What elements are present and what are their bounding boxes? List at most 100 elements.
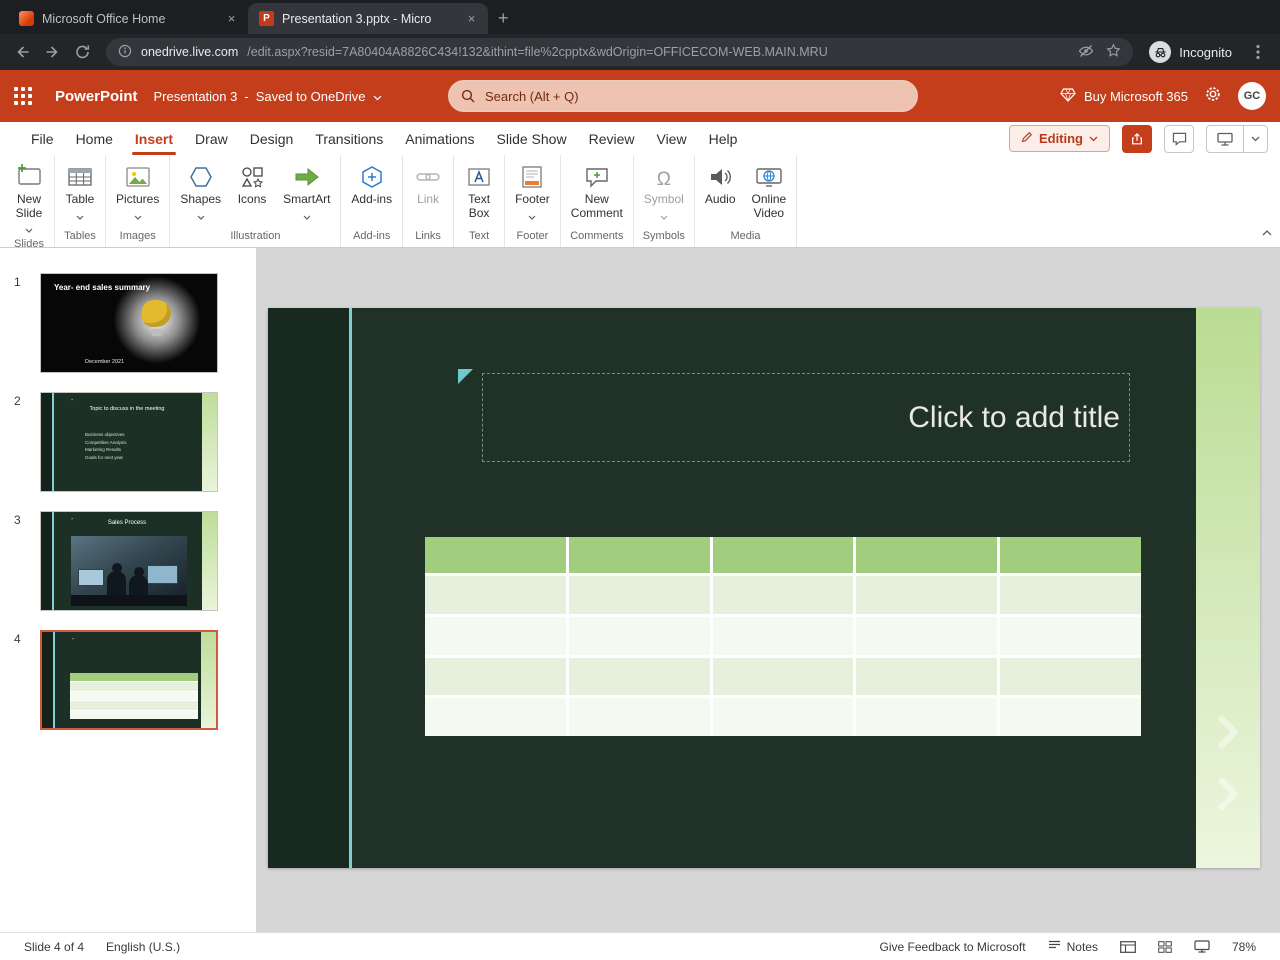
chevron-down-icon[interactable] — [373, 89, 382, 104]
comments-button[interactable] — [1164, 124, 1194, 153]
online-video-button[interactable]: Online Video — [744, 158, 795, 220]
table-button[interactable]: Table — [57, 158, 103, 223]
table-cell[interactable] — [712, 616, 854, 655]
tab-review[interactable]: Review — [578, 122, 646, 155]
site-info-icon[interactable] — [118, 44, 132, 61]
table-cell[interactable] — [712, 576, 854, 614]
slide-1-thumbnail[interactable]: Year- end sales summary December 2021 — [40, 273, 218, 373]
table-cell[interactable] — [856, 576, 998, 614]
text-box-button[interactable]: Text Box — [456, 158, 502, 220]
feedback-link[interactable]: Give Feedback to Microsoft — [880, 940, 1026, 954]
browser-tab-presentation[interactable]: P Presentation 3.pptx - Micro × — [248, 3, 488, 34]
table-cell[interactable] — [568, 537, 710, 573]
footer-button[interactable]: Footer — [507, 158, 558, 223]
new-comment-button[interactable]: New Comment — [563, 158, 631, 220]
back-icon[interactable] — [8, 38, 36, 66]
slide-table[interactable] — [425, 537, 1141, 736]
language-selector[interactable]: English (U.S.) — [106, 940, 180, 954]
slide-4-thumbnail-selected[interactable]: - — [40, 630, 218, 730]
table-cell[interactable] — [425, 657, 566, 696]
tab-view[interactable]: View — [645, 122, 697, 155]
tab-slide-show[interactable]: Slide Show — [486, 122, 578, 155]
table-cell[interactable] — [568, 657, 710, 696]
table-cell[interactable] — [712, 537, 854, 573]
share-button[interactable] — [1122, 124, 1152, 153]
tab-design[interactable]: Design — [239, 122, 305, 155]
normal-view-button[interactable] — [1120, 940, 1136, 953]
browser-tab-strip: Microsoft Office Home × P Presentation 3… — [0, 0, 1280, 34]
table-cell[interactable] — [856, 537, 998, 573]
slide-2-thumbnail[interactable]: - Topic to discuss in the meeting Busine… — [40, 392, 218, 492]
table-cell[interactable] — [568, 698, 710, 736]
editing-mode-button[interactable]: Editing — [1008, 125, 1110, 152]
close-tab-icon[interactable]: × — [463, 10, 480, 27]
search-input[interactable] — [448, 80, 918, 112]
icons-button[interactable]: Icons — [229, 158, 275, 223]
new-slide-button[interactable]: New Slide — [6, 158, 52, 236]
audio-button[interactable]: Audio — [697, 158, 744, 220]
table-cell[interactable] — [425, 698, 566, 736]
table-cell[interactable] — [568, 576, 710, 614]
present-dropdown-chevron[interactable] — [1243, 125, 1267, 152]
collapse-ribbon-chevron[interactable] — [1262, 223, 1272, 241]
new-comment-icon — [584, 161, 610, 189]
table-cell[interactable] — [856, 657, 998, 696]
address-bar[interactable]: onedrive.live.com/edit.aspx?resid=7A8040… — [106, 38, 1134, 66]
present-view-button[interactable] — [1194, 940, 1210, 953]
buy-microsoft-365-button[interactable]: Buy Microsoft 365 — [1060, 87, 1188, 105]
ribbon-group-comments: New Comment Comments — [561, 155, 634, 247]
eye-off-icon[interactable] — [1078, 44, 1094, 61]
table-cell[interactable] — [1000, 698, 1141, 736]
browser-tab-office-home[interactable]: Microsoft Office Home × — [8, 3, 248, 34]
new-tab-button[interactable]: + — [488, 9, 519, 34]
forward-icon[interactable] — [38, 38, 66, 66]
title-placeholder[interactable]: Click to add title — [482, 373, 1130, 462]
shapes-button[interactable]: Shapes — [172, 158, 229, 223]
ribbon-group-addins: Add-ins Add-ins — [341, 155, 404, 247]
tab-draw[interactable]: Draw — [184, 122, 239, 155]
table-cell[interactable] — [856, 698, 998, 736]
dropdown-chevron-icon — [25, 222, 33, 236]
saved-status[interactable]: Saved to OneDrive — [256, 89, 366, 104]
table-cell[interactable] — [1000, 537, 1141, 573]
slide-number: 2 — [14, 394, 21, 408]
table-cell[interactable] — [1000, 616, 1141, 655]
notes-toggle[interactable]: Notes — [1048, 940, 1098, 954]
add-ins-button[interactable]: Add-ins — [343, 158, 400, 207]
reload-icon[interactable] — [68, 38, 96, 66]
editing-canvas: Click to add title — [256, 248, 1280, 932]
table-cell[interactable] — [1000, 657, 1141, 696]
settings-gear-icon[interactable] — [1204, 85, 1222, 108]
slide-counter[interactable]: Slide 4 of 4 — [24, 940, 84, 954]
pictures-button[interactable]: Pictures — [108, 158, 167, 223]
table-cell[interactable] — [425, 576, 566, 614]
app-name[interactable]: PowerPoint — [55, 88, 138, 105]
tab-home[interactable]: Home — [65, 122, 124, 155]
smartart-button[interactable]: SmartArt — [275, 158, 338, 223]
table-cell[interactable] — [712, 657, 854, 696]
close-tab-icon[interactable]: × — [223, 10, 240, 27]
table-cell[interactable] — [425, 537, 566, 573]
slide-4-editor[interactable]: Click to add title — [268, 308, 1260, 868]
table-cell[interactable] — [425, 616, 566, 655]
document-title[interactable]: Presentation 3 — [154, 89, 238, 104]
app-launcher-button[interactable] — [0, 70, 46, 122]
table-cell[interactable] — [1000, 576, 1141, 614]
tab-help[interactable]: Help — [698, 122, 749, 155]
table-cell[interactable] — [568, 616, 710, 655]
table-cell[interactable] — [856, 616, 998, 655]
table-cell[interactable] — [712, 698, 854, 736]
tab-animations[interactable]: Animations — [394, 122, 485, 155]
browser-menu-icon[interactable] — [1244, 38, 1272, 66]
zoom-level[interactable]: 78% — [1232, 940, 1256, 954]
present-icon[interactable] — [1207, 126, 1243, 152]
bookmark-star-icon[interactable] — [1106, 43, 1121, 61]
url-host: onedrive.live.com — [141, 45, 239, 59]
tab-transitions[interactable]: Transitions — [304, 122, 394, 155]
present-split-button[interactable] — [1206, 124, 1268, 153]
account-avatar[interactable]: GC — [1238, 82, 1266, 110]
tab-file[interactable]: File — [20, 122, 65, 155]
slide-sorter-view-button[interactable] — [1158, 940, 1172, 953]
slide-3-thumbnail[interactable]: - Sales Process — [40, 511, 218, 611]
tab-insert[interactable]: Insert — [124, 122, 184, 155]
